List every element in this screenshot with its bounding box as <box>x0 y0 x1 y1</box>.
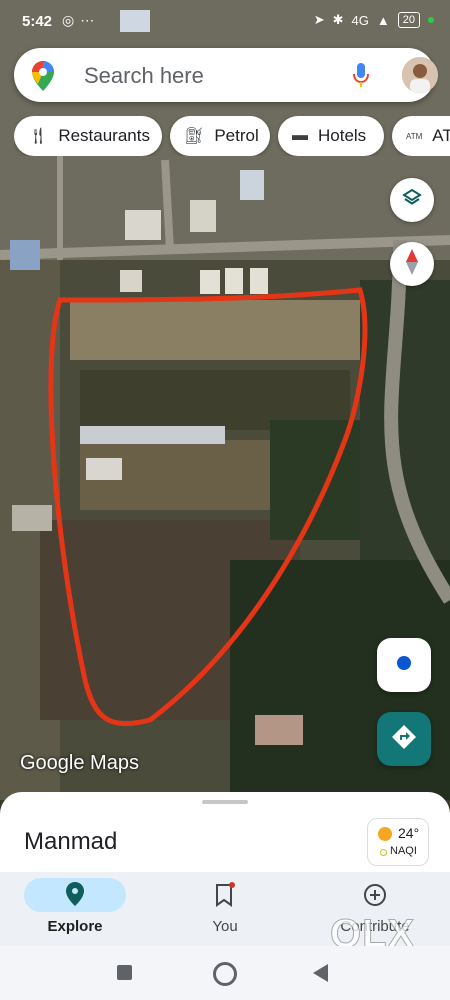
directions-icon <box>390 723 418 756</box>
status-right: ➤ ✱ 4G ▲ 20 <box>314 12 434 28</box>
bookmark-icon <box>150 882 300 908</box>
system-navigation-bar <box>0 946 450 1000</box>
back-icon[interactable] <box>313 964 329 987</box>
signal-icon: ▲ <box>376 12 390 28</box>
recents-icon[interactable] <box>117 965 132 980</box>
bottom-sheet[interactable]: Manmad 24° NAQI <box>0 792 450 872</box>
add-circle-icon <box>300 882 450 908</box>
compass-icon <box>404 248 420 280</box>
tab-label: You <box>212 918 238 935</box>
home-icon[interactable] <box>213 962 237 986</box>
tab-label: Explore <box>47 918 103 935</box>
sheet-drag-handle[interactable] <box>202 800 248 804</box>
notification-icons: ◎⋯ <box>62 12 100 29</box>
directions-button[interactable] <box>377 712 431 766</box>
privacy-dot-icon <box>428 17 434 23</box>
google-maps-pin-icon <box>32 61 54 96</box>
location-arrow-icon: ➤ <box>313 12 325 27</box>
my-location-button[interactable] <box>377 638 431 692</box>
my-location-icon <box>393 652 415 679</box>
weather-chip[interactable]: 24° NAQI <box>367 818 429 866</box>
tab-explore[interactable]: Explore <box>0 872 150 946</box>
chip-label: Petrol <box>214 126 259 145</box>
microphone-icon[interactable] <box>351 62 371 93</box>
battery-icon: 20 <box>397 12 420 28</box>
explore-pin-icon <box>0 882 150 908</box>
gas-station-icon: ⛽︎ <box>184 128 205 145</box>
search-input[interactable]: Search here <box>84 63 204 89</box>
bluetooth-icon: ✱ <box>332 12 344 27</box>
more-dots-icon: ⋯ <box>80 12 101 28</box>
place-name: Manmad <box>24 828 118 855</box>
avatar[interactable] <box>402 57 438 93</box>
whatsapp-icon: ◎ <box>62 12 81 28</box>
chip-label: Restaurants <box>58 126 150 145</box>
status-bar: 5:42 ◎⋯ ➤ ✱ 4G ▲ 20 <box>0 0 450 44</box>
chip-restaurants[interactable]: 🍴︎ Restaurants <box>14 116 162 156</box>
bed-icon: ▬ <box>292 127 308 144</box>
atm-icon: ATM <box>406 131 423 141</box>
network-label: 4G <box>351 12 369 28</box>
google-maps-watermark: Google Maps <box>20 752 139 774</box>
tab-you[interactable]: You <box>150 872 300 946</box>
chip-label: Hotels <box>318 126 367 145</box>
chip-hotels[interactable]: ▬ Hotels <box>278 116 384 156</box>
layers-button[interactable] <box>390 178 434 222</box>
status-time: 5:42 <box>22 13 53 30</box>
sun-icon <box>378 827 392 841</box>
aqi-dot-icon <box>380 849 387 856</box>
temperature: 24° <box>398 825 420 841</box>
compass-button[interactable] <box>390 242 434 286</box>
chip-petrol[interactable]: ⛽︎ Petrol <box>170 116 270 156</box>
category-chips: 🍴︎ Restaurants ⛽︎ Petrol ▬ Hotels ATM AT <box>14 116 450 156</box>
layers-icon <box>401 187 423 214</box>
search-bar[interactable]: Search here <box>14 48 438 102</box>
chip-atm[interactable]: ATM AT <box>392 116 450 156</box>
chip-label: AT <box>432 126 450 145</box>
restaurant-icon: 🍴︎ <box>28 128 49 145</box>
aqi-label: NAQI <box>390 845 417 857</box>
